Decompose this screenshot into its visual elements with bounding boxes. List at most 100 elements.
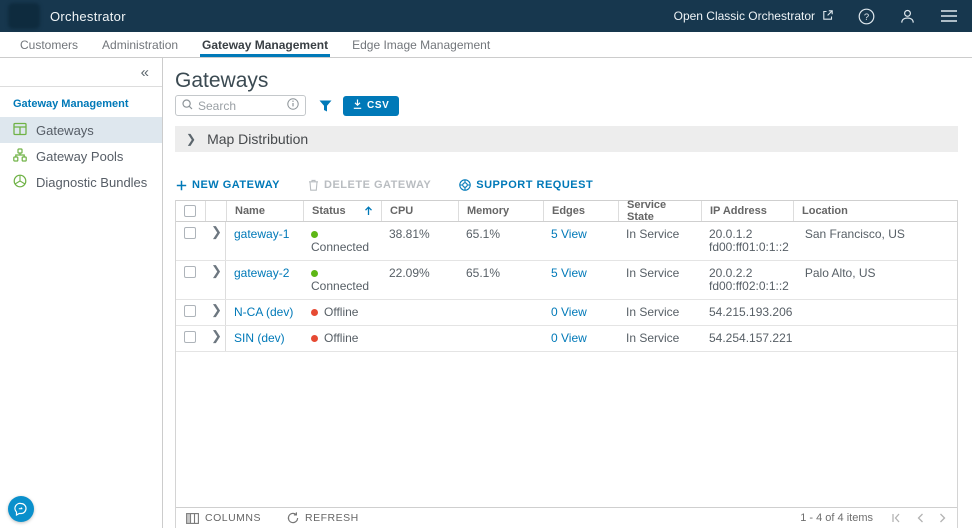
table-action-bar: NEW GATEWAY DELETE GATEWAY SUPPORT REQUE… [176,179,593,191]
expand-row-icon[interactable]: ❯ [211,263,222,278]
gateways-icon [13,122,27,139]
first-page-icon[interactable] [891,513,901,523]
csv-button-label: CSV [367,100,389,111]
app-title: Orchestrator [50,9,126,24]
memory-cell: 65.1% [458,222,543,260]
gateways-datagrid: Name Status CPU Memory Edges Service Sta… [175,200,958,528]
primary-tab-bar: Customers Administration Gateway Managem… [0,32,972,58]
gateway-pools-icon [13,148,27,165]
new-gateway-label: NEW GATEWAY [192,179,280,191]
filter-icon[interactable] [319,100,332,112]
edges-view-link[interactable]: 5 View [551,227,587,241]
gateway-name-link[interactable]: SIN (dev) [234,331,285,345]
search-box [175,95,306,116]
table-row: ❯ gateway-1 Connected 38.81% 65.1% 5 Vie… [176,222,957,261]
sidebar-item-diagnostic-bundles[interactable]: Diagnostic Bundles [0,169,162,195]
refresh-button[interactable]: REFRESH [287,512,359,524]
tab-gateway-management[interactable]: Gateway Management [190,32,340,57]
next-page-icon[interactable] [939,513,947,523]
collapse-sidebar-icon[interactable]: « [141,65,149,80]
support-request-button[interactable]: SUPPORT REQUEST [459,179,593,191]
row-checkbox[interactable] [184,266,196,278]
edges-view-link[interactable]: 0 View [551,305,587,319]
support-request-label: SUPPORT REQUEST [476,179,593,191]
row-checkbox[interactable] [184,305,196,317]
edges-view-link[interactable]: 5 View [551,266,587,280]
memory-cell: 65.1% [458,261,543,299]
gateway-name-link[interactable]: N-CA (dev) [234,305,293,319]
column-header-ip-address[interactable]: IP Address [701,201,793,221]
gateway-name-link[interactable]: gateway-1 [234,227,289,241]
sidebar-item-label: Diagnostic Bundles [36,175,147,190]
expand-row-icon[interactable]: ❯ [211,302,222,317]
delete-gateway-button[interactable]: DELETE GATEWAY [308,179,431,191]
location-cell [800,300,957,325]
status-text: Offline [324,305,358,319]
table-row: ❯ gateway-2 Connected 22.09% 65.1% 5 Vie… [176,261,957,300]
status-text: Offline [324,331,358,345]
gateway-name-cell: SIN (dev) [226,326,303,351]
edges-cell: 0 View [543,326,618,351]
open-classic-orchestrator-link[interactable]: Open Classic Orchestrator [674,9,834,24]
csv-download-button[interactable]: CSV [343,96,399,116]
columns-button[interactable]: COLUMNS [186,512,261,524]
previous-page-icon[interactable] [916,513,924,523]
column-header-memory[interactable]: Memory [458,201,543,221]
edges-cell: 5 View [543,222,618,260]
sidebar-item-gateway-pools[interactable]: Gateway Pools [0,143,162,169]
columns-label: COLUMNS [205,512,261,524]
row-select-cell [176,222,205,260]
tab-administration[interactable]: Administration [90,32,190,57]
sidebar-item-gateways[interactable]: Gateways [0,117,162,143]
location-cell: Palo Alto, US [797,261,957,299]
user-icon[interactable] [899,8,916,25]
expand-row-icon[interactable]: ❯ [211,224,222,239]
plus-icon [176,180,187,191]
column-header-status[interactable]: Status [303,201,381,221]
column-header-cpu[interactable]: CPU [381,201,458,221]
cpu-cell: 38.81% [381,222,458,260]
expand-row-icon[interactable]: ❯ [211,328,222,343]
refresh-label: REFRESH [305,512,359,524]
column-header-location[interactable]: Location [793,201,957,221]
search-icon [182,97,193,115]
hamburger-menu-icon[interactable] [940,9,958,23]
ipv6-text: fd00:ff01:0:1::2 [709,241,789,254]
table-row: ❯ N-CA (dev) Offline 0 View In Service 5… [176,300,957,326]
status-dot [311,270,318,277]
ip-address-cell: 20.0.1.2fd00:ff01:0:1::2 [701,222,797,260]
top-header-bar: Orchestrator Open Classic Orchestrator ? [0,0,972,32]
status-dot [311,309,318,316]
select-all-checkbox[interactable] [184,205,196,217]
column-header-service-state[interactable]: Service State [618,201,701,221]
column-header-edges[interactable]: Edges [543,201,618,221]
row-expand-cell: ❯ [205,222,226,260]
map-distribution-label: Map Distribution [207,131,308,147]
help-icon[interactable]: ? [858,8,875,25]
chevron-right-icon: ❯ [186,132,196,146]
sort-ascending-icon [364,206,373,216]
feedback-chat-button[interactable] [8,496,34,522]
column-header-name[interactable]: Name [226,201,303,221]
row-select-cell [176,300,205,325]
map-distribution-panel-header[interactable]: ❯ Map Distribution [175,126,958,152]
cpu-cell [381,300,458,325]
refresh-icon [287,512,299,524]
search-input[interactable] [198,99,282,113]
info-icon[interactable] [287,97,299,115]
cpu-cell: 22.09% [381,261,458,299]
status-text: Connected [311,240,369,254]
gateway-name-link[interactable]: gateway-2 [234,266,289,280]
edges-view-link[interactable]: 0 View [551,331,587,345]
tab-edge-image-management[interactable]: Edge Image Management [340,32,502,57]
tab-customers[interactable]: Customers [8,32,90,57]
ip-address-cell: 54.215.193.206 [701,300,800,325]
new-gateway-button[interactable]: NEW GATEWAY [176,179,280,191]
ip-address-cell: 20.0.2.2fd00:ff02:0:1::2 [701,261,797,299]
row-checkbox[interactable] [184,331,196,343]
toolbar: CSV [175,95,399,116]
main-content: Gateways C [163,58,972,528]
table-header-row: Name Status CPU Memory Edges Service Sta… [176,200,957,222]
row-checkbox[interactable] [184,227,196,239]
service-state-cell: In Service [618,326,701,351]
